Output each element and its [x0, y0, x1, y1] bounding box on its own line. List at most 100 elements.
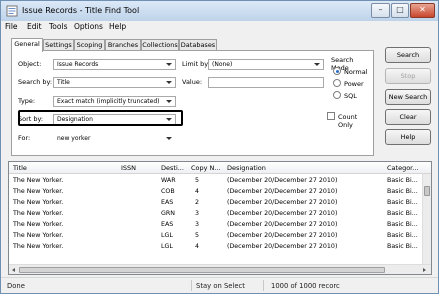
- table-header: Title ISSN Desti... Copy N... Designatio…: [9, 162, 431, 174]
- radio-normal[interactable]: [333, 67, 341, 75]
- horizontal-scroll-thumb[interactable]: [19, 267, 385, 273]
- stop-button[interactable]: Stop: [385, 68, 431, 84]
- col-title[interactable]: Title: [13, 164, 27, 172]
- chevron-down-icon: [166, 63, 172, 66]
- cell-copy-number: 5: [195, 177, 200, 184]
- cell-title: The New Yorker.: [13, 177, 64, 184]
- clear-button[interactable]: Clear: [385, 109, 431, 125]
- col-copy-number[interactable]: Copy N...: [191, 164, 221, 172]
- status-right: 1000 of 1000 recorc: [271, 282, 340, 290]
- searchby-select[interactable]: Title: [53, 77, 176, 88]
- cell-designation: (December 20/December 27 2010): [227, 232, 338, 239]
- status-middle: Stay on Select: [196, 282, 245, 290]
- col-designation[interactable]: Designation: [227, 164, 266, 172]
- limitby-select[interactable]: (None): [208, 59, 324, 70]
- cell-copy-number: 3: [195, 210, 200, 217]
- scroll-left-icon[interactable]: [12, 268, 15, 272]
- radio-sql[interactable]: [333, 91, 341, 99]
- radio-power-label: Power: [344, 80, 364, 88]
- cell-destination: LGL: [161, 232, 173, 239]
- cell-title: The New Yorker.: [13, 232, 64, 239]
- cell-copy-number: 2: [195, 199, 200, 206]
- value-input[interactable]: [208, 77, 324, 88]
- cell-destination: EAS: [161, 199, 174, 206]
- radio-sql-label: SQL: [344, 92, 357, 100]
- vertical-scrollbar[interactable]: [422, 174, 431, 264]
- cell-title: The New Yorker.: [13, 199, 64, 206]
- chevron-down-icon: [166, 81, 172, 84]
- table-row[interactable]: The New Yorker. LGL 5 (December 20/December…: [9, 231, 421, 241]
- general-panel: Object: Issue Records Search by: Title T…: [11, 50, 374, 156]
- cell-copy-number: 4: [195, 243, 200, 250]
- title-bar[interactable]: Issue Records - Title Find Tool – □ ✕: [1, 1, 438, 21]
- object-select[interactable]: Issue Records: [53, 59, 176, 70]
- main-window: Issue Records - Title Find Tool – □ ✕ Fi…: [0, 0, 439, 294]
- table-row[interactable]: The New Yorker. EAS 2 (December 20/December…: [9, 198, 421, 208]
- scroll-right-icon[interactable]: [423, 268, 426, 272]
- cell-copy-number: 4: [195, 188, 200, 195]
- cell-copy-number: 5: [195, 232, 200, 239]
- object-label: Object:: [18, 60, 42, 68]
- cell-title: The New Yorker.: [13, 188, 64, 195]
- type-value: Exact match (implicitly truncated): [57, 98, 160, 105]
- cell-designation: (December 20/December 27 2010): [227, 221, 338, 228]
- value-label: Value:: [182, 78, 203, 86]
- table-row[interactable]: The New Yorker. COB 4 (December 20/December…: [9, 187, 421, 197]
- cell-category: Basic Bi...: [387, 188, 418, 195]
- object-value: Issue Records: [57, 61, 99, 68]
- menu-edit[interactable]: Edit: [27, 22, 42, 31]
- type-label: Type:: [18, 97, 36, 105]
- menu-help[interactable]: Help: [109, 22, 126, 31]
- cell-designation: (December 20/December 27 2010): [227, 199, 338, 206]
- search-button[interactable]: Search: [385, 47, 431, 63]
- col-issn[interactable]: ISSN: [121, 164, 136, 172]
- cell-designation: (December 20/December 27 2010): [227, 210, 338, 217]
- cell-category: Basic Bi...: [387, 210, 418, 217]
- cell-designation: (December 20/December 27 2010): [227, 177, 338, 184]
- maximize-button[interactable]: □: [391, 3, 409, 18]
- type-select[interactable]: Exact match (implicitly truncated): [53, 96, 176, 107]
- menu-bar: File Edit Tools Options Help: [1, 21, 438, 33]
- cell-copy-number: 3: [195, 221, 200, 228]
- cell-title: The New Yorker.: [13, 210, 64, 217]
- results-table[interactable]: Title ISSN Desti... Copy N... Designatio…: [8, 161, 432, 275]
- new-search-button[interactable]: New Search: [385, 89, 431, 105]
- help-button[interactable]: Help: [385, 129, 431, 145]
- table-row[interactable]: The New Yorker. LGL 4 (December 20/December…: [9, 242, 421, 252]
- cell-destination: LGL: [161, 243, 173, 250]
- col-destination[interactable]: Desti...: [161, 164, 184, 172]
- cell-category: Basic Bi...: [387, 232, 418, 239]
- horizontal-scrollbar[interactable]: [9, 264, 431, 274]
- menu-options[interactable]: Options: [74, 22, 103, 31]
- sortby-highlight: [18, 110, 183, 126]
- cell-designation: (December 20/December 27 2010): [227, 188, 338, 195]
- chevron-down-icon: [166, 137, 172, 140]
- radio-power[interactable]: [333, 79, 341, 87]
- cell-destination: COB: [161, 188, 175, 195]
- cell-destination: WAR: [161, 177, 176, 184]
- cell-destination: GRN: [161, 210, 175, 217]
- count-only-label: Count Only: [338, 113, 358, 129]
- close-button[interactable]: ✕: [410, 3, 435, 18]
- count-only-checkbox[interactable]: [327, 112, 335, 120]
- col-category[interactable]: Categor...: [387, 164, 418, 172]
- searchby-value: Title: [57, 79, 70, 86]
- table-row[interactable]: The New Yorker. WAR 5 (December 20/December…: [9, 176, 421, 186]
- chevron-down-icon: [166, 100, 172, 103]
- menu-tools[interactable]: Tools: [49, 22, 67, 31]
- menu-file[interactable]: File: [5, 22, 18, 31]
- cell-title: The New Yorker.: [13, 243, 64, 250]
- radio-normal-label: Normal: [344, 68, 368, 76]
- for-input[interactable]: new yorker: [53, 133, 176, 144]
- table-row[interactable]: The New Yorker. EAS 3 (December 20/December…: [9, 220, 421, 230]
- minimize-button[interactable]: –: [371, 3, 390, 18]
- cell-title: The New Yorker.: [13, 221, 64, 228]
- tab-general[interactable]: General: [11, 38, 43, 52]
- for-value: new yorker: [57, 135, 91, 142]
- status-bar: Done Stay on Select 1000 of 1000 recorc: [1, 277, 438, 293]
- for-label: For:: [18, 134, 31, 142]
- vertical-scroll-thumb[interactable]: [424, 186, 430, 196]
- cell-category: Basic Bi...: [387, 199, 418, 206]
- cell-category: Basic Bi...: [387, 243, 418, 250]
- table-row[interactable]: The New Yorker. GRN 3 (December 20/December…: [9, 209, 421, 219]
